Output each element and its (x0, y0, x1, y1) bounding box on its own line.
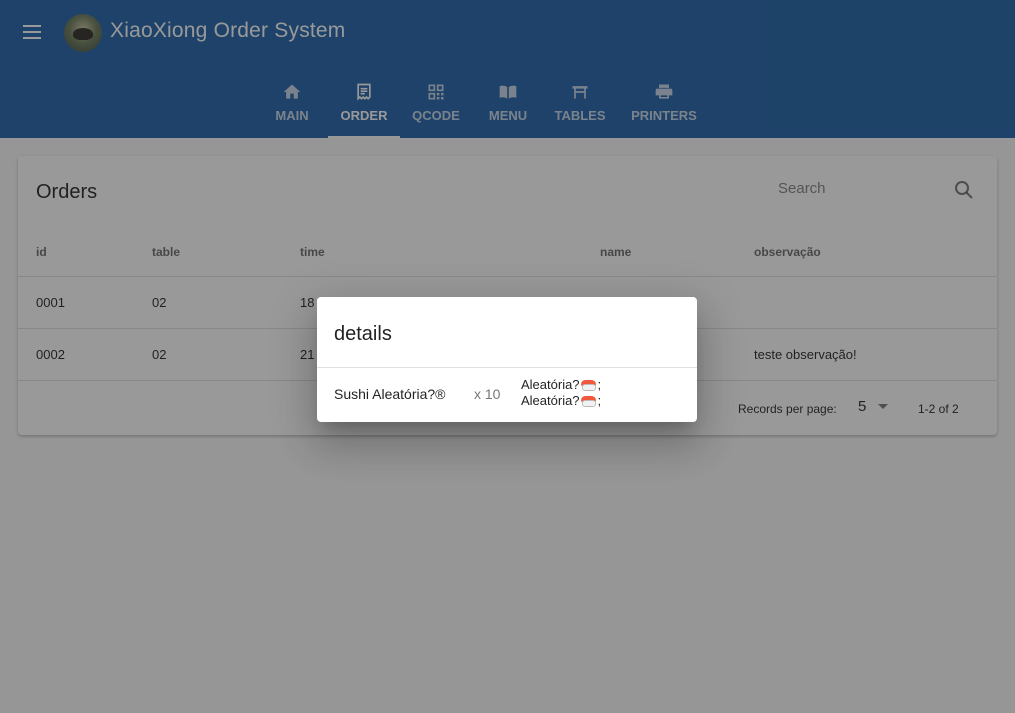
observation-text: Aleatória? (521, 393, 580, 408)
sushi-icon (580, 395, 597, 407)
divider (317, 367, 697, 368)
observation-suffix: ; (597, 377, 602, 392)
order-item-name: Sushi Aleatória?® (334, 386, 446, 402)
order-item-quantity: x 10 (474, 386, 501, 402)
observation-line: Aleatória? ; (521, 377, 601, 393)
observation-text: Aleatória? (521, 377, 580, 392)
dialog-title: details (334, 323, 392, 345)
observation-suffix: ; (597, 393, 602, 408)
sushi-icon (580, 379, 597, 391)
details-dialog: details Sushi Aleatória?® x 10 Aleatória… (317, 297, 697, 422)
observation-line: Aleatória? ; (521, 393, 601, 409)
order-item-observation: Aleatória? ; Aleatória? ; (521, 377, 601, 409)
